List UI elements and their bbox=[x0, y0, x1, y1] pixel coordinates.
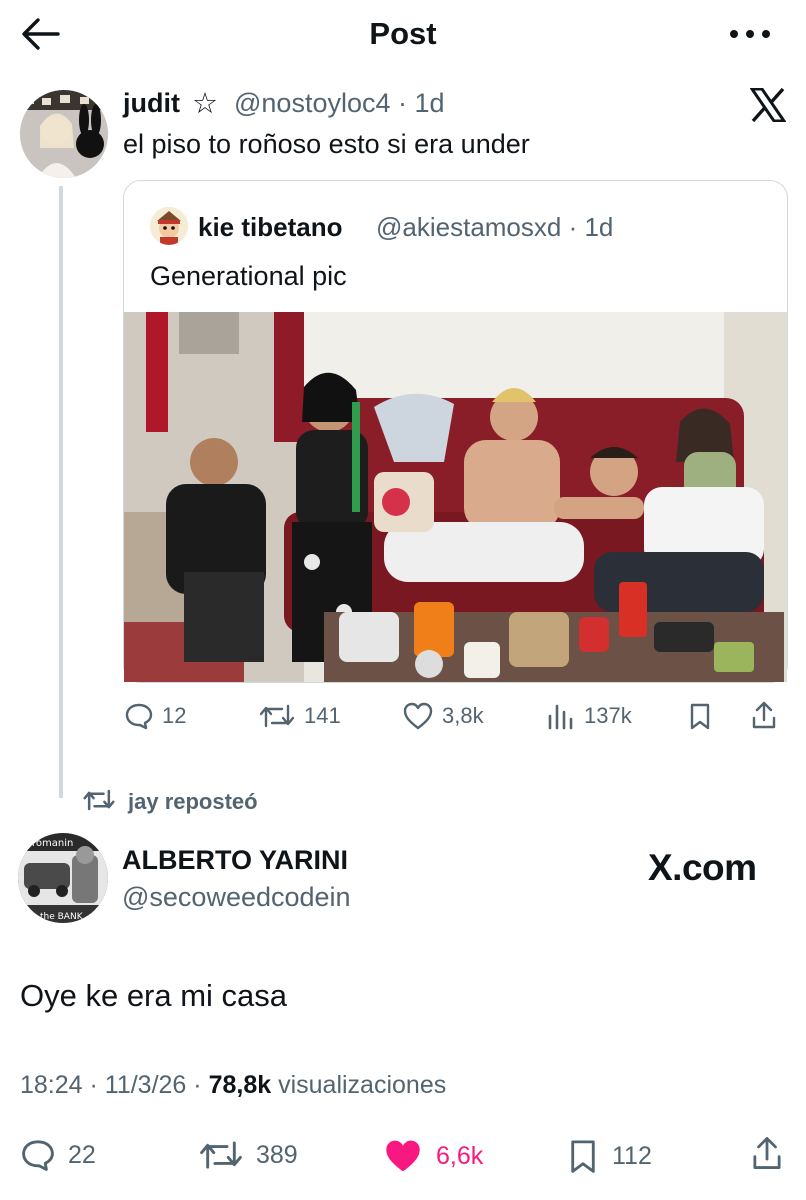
main-post-text: Oye ke era mi casa bbox=[20, 978, 288, 1013]
author-handle[interactable]: @nostoyloc4 · 1d bbox=[234, 88, 445, 119]
author-name[interactable]: judit bbox=[123, 88, 180, 119]
repost-button[interactable]: 141 bbox=[258, 702, 341, 730]
more-options-button[interactable] bbox=[726, 26, 774, 42]
thread-line bbox=[59, 186, 63, 798]
quoted-post-photo[interactable] bbox=[124, 312, 787, 682]
views-total[interactable]: 78,8k bbox=[209, 1071, 272, 1099]
post-metadata: 18:24 · 11/3/26 · 78,8k visualizaciones bbox=[20, 1071, 446, 1100]
quoted-author-handle[interactable]: @akiestamosxd · 1d bbox=[376, 212, 613, 243]
main-repost-button[interactable]: 389 bbox=[198, 1138, 298, 1172]
avatar-image bbox=[20, 90, 108, 178]
cartoon-avatar-image bbox=[150, 207, 188, 245]
bookmark-icon bbox=[571, 1140, 595, 1173]
quoted-author-name[interactable]: kie tibetano bbox=[198, 212, 342, 243]
post-text: el piso to roñoso esto si era under bbox=[123, 129, 530, 159]
post-timestamp: 18:24 · 11/3/26 · bbox=[20, 1071, 202, 1099]
like-button[interactable]: 3,8k bbox=[402, 702, 484, 730]
heart-filled-icon bbox=[386, 1140, 420, 1172]
repost-count: 141 bbox=[304, 703, 341, 728]
reposted-by-label[interactable]: jay reposteó bbox=[128, 789, 258, 815]
main-share-button[interactable] bbox=[750, 1134, 784, 1172]
comment-icon bbox=[125, 703, 153, 730]
bookmark-icon bbox=[690, 703, 710, 730]
share-icon bbox=[753, 1137, 781, 1169]
quoted-post-text: Generational pic bbox=[150, 261, 347, 291]
main-like-count: 6,6k bbox=[436, 1141, 484, 1170]
repost-icon bbox=[200, 1141, 242, 1169]
main-reply-button[interactable]: 22 bbox=[20, 1138, 96, 1172]
handle-text: @nostoyloc4 bbox=[234, 88, 391, 118]
share-button[interactable] bbox=[750, 700, 778, 730]
post-time: · 1d bbox=[398, 88, 445, 118]
quoted-avatar[interactable] bbox=[150, 207, 188, 245]
svg-text:the BANK: the BANK bbox=[40, 912, 84, 922]
like-count: 3,8k bbox=[442, 703, 484, 728]
main-repost-count: 389 bbox=[256, 1140, 298, 1169]
x-logo-icon bbox=[750, 88, 786, 122]
main-bookmark-button[interactable]: 112 bbox=[566, 1138, 652, 1174]
x-com-brand: X.com bbox=[648, 847, 757, 888]
more-horizontal-icon bbox=[730, 30, 770, 38]
reply-count: 12 bbox=[162, 703, 187, 728]
main-reply-count: 22 bbox=[68, 1140, 96, 1169]
bookmark-button[interactable] bbox=[688, 702, 712, 730]
main-like-button[interactable]: 6,6k bbox=[382, 1138, 483, 1174]
views-chart-icon bbox=[548, 704, 573, 730]
views-button[interactable]: 137k bbox=[546, 702, 632, 730]
main-author-name[interactable]: ALBERTO YARINI bbox=[122, 845, 348, 876]
avatar[interactable] bbox=[20, 90, 108, 178]
group-photo-image bbox=[124, 312, 787, 682]
star-outline-icon: ☆ bbox=[192, 88, 218, 120]
main-bookmark-count: 112 bbox=[612, 1141, 652, 1170]
avatar-image: romanin the BANK bbox=[18, 833, 108, 923]
repost-icon bbox=[259, 704, 295, 728]
page-title: Post bbox=[369, 16, 437, 51]
reply-button[interactable]: 12 bbox=[124, 702, 186, 730]
views-count: 137k bbox=[584, 703, 632, 728]
svg-text:romanin: romanin bbox=[32, 838, 73, 849]
repost-icon bbox=[82, 787, 116, 813]
comment-icon bbox=[22, 1140, 54, 1171]
quoted-handle-text: @akiestamosxd bbox=[376, 212, 562, 242]
quoted-post-time: · 1d bbox=[568, 212, 614, 242]
heart-outline-icon bbox=[403, 702, 433, 730]
views-label: visualizaciones bbox=[278, 1071, 447, 1099]
main-avatar[interactable]: romanin the BANK bbox=[18, 833, 108, 923]
main-author-handle[interactable]: @secoweedcodein bbox=[122, 882, 351, 913]
share-icon bbox=[752, 701, 776, 729]
